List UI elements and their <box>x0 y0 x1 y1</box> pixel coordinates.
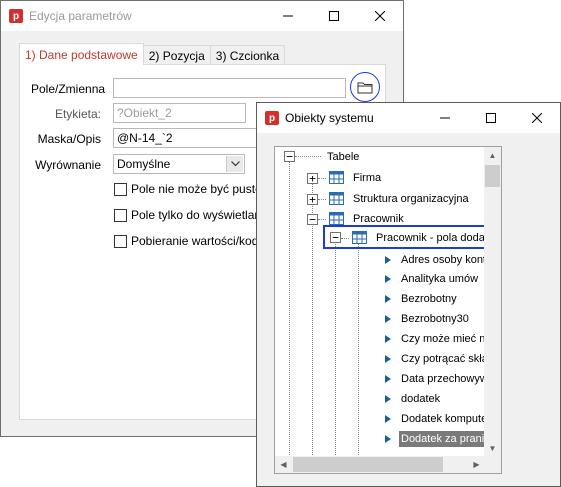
tab-czcionka[interactable]: 3) Czcionka <box>209 45 286 65</box>
leaf-bullet-icon <box>385 435 391 443</box>
wyrownanie-label: Wyrównanie <box>35 158 101 172</box>
checkbox-pobieranie-wartosci[interactable]: Pobieranie wartości/kodu z <box>114 234 274 248</box>
leaf-bullet-icon <box>385 395 391 403</box>
wyrownanie-value: Domyślne <box>117 157 171 171</box>
tree-leaf[interactable]: Bezrobotny30 <box>401 312 469 326</box>
tree-collapse-toggle[interactable]: − <box>330 232 341 243</box>
etykieta-label: Etykieta: <box>54 107 101 121</box>
tree-leaf[interactable]: Adres osoby kontaktowej <box>401 253 485 267</box>
browse-folder-button[interactable] <box>350 72 380 102</box>
table-icon <box>329 171 344 184</box>
table-icon <box>352 231 367 244</box>
scroll-corner <box>484 456 501 473</box>
maska-input[interactable]: @N-14_`2 <box>113 128 263 148</box>
maximize-button[interactable] <box>311 1 357 31</box>
scroll-left-icon[interactable]: ◀ <box>275 456 292 473</box>
app-logo-icon: p <box>9 9 23 23</box>
checkbox-label: Pole tylko do wyświetlania <box>131 208 271 222</box>
leaf-bullet-icon <box>385 335 391 343</box>
params-window-title: Edycja parametrów <box>29 9 132 23</box>
scroll-right-icon[interactable]: ▶ <box>468 456 485 473</box>
objects-tree[interactable]: − Tabele + Firma + Struktura organizacyj… <box>274 146 502 474</box>
maska-label: Maska/Opis <box>37 132 101 146</box>
leaf-bullet-icon <box>385 415 391 423</box>
close-icon <box>375 11 385 21</box>
tree-node-pola-dodatkowe[interactable]: Pracownik - pola dodatkowe <box>376 231 485 245</box>
tree-leaf[interactable]: Data przechowywania <box>401 372 485 386</box>
tree-leaf[interactable]: Dodatek komputerowy <box>401 412 485 426</box>
maximize-button[interactable] <box>468 103 514 133</box>
chevron-down-icon <box>230 161 240 167</box>
leaf-bullet-icon <box>385 355 391 363</box>
close-icon <box>532 113 542 123</box>
tree-vertical-scrollbar[interactable]: ▲ ▼ <box>484 147 501 457</box>
tree-node-pracownik[interactable]: Pracownik <box>353 212 404 226</box>
tree-viewport: − Tabele + Firma + Struktura organizacyj… <box>275 147 485 457</box>
tree-leaf-selected[interactable]: Dodatek za pranie <box>399 431 485 447</box>
tree-node-struktura[interactable]: Struktura organizacyjna <box>353 192 469 206</box>
checkbox-tylko-wyswietlanie[interactable]: Pole tylko do wyświetlania <box>114 208 270 222</box>
tree-leaf[interactable]: Analityka umów <box>401 272 478 286</box>
pole-label: Pole/Zmienna <box>31 82 106 96</box>
leaf-bullet-icon <box>385 315 391 323</box>
scroll-down-icon[interactable]: ▼ <box>484 440 501 457</box>
dropdown-button[interactable] <box>226 156 243 172</box>
maximize-icon <box>329 11 339 21</box>
tree-leaf[interactable]: Czy może mieć nadgodziny <box>401 332 485 346</box>
checkbox-label: Pobieranie wartości/kodu z <box>131 234 275 248</box>
scroll-thumb[interactable] <box>293 457 443 472</box>
scroll-up-icon[interactable]: ▲ <box>484 147 501 164</box>
etykieta-input[interactable]: ?Obiekt_2 <box>113 103 246 123</box>
table-icon <box>329 212 344 225</box>
tree-horizontal-scrollbar[interactable]: ◀ ▶ <box>275 456 485 473</box>
objects-window-title: Obiekty systemu <box>285 111 374 125</box>
checkbox-box[interactable] <box>114 208 127 222</box>
maximize-icon <box>486 113 496 123</box>
leaf-bullet-icon <box>385 295 391 303</box>
table-icon <box>329 192 344 205</box>
app-logo-icon: p <box>265 111 279 125</box>
params-titlebar[interactable]: p Edycja parametrów <box>1 1 403 31</box>
tree-expand-toggle[interactable]: + <box>307 173 318 184</box>
tree-node-tabele[interactable]: Tabele <box>327 150 359 164</box>
tree-leaf[interactable]: dodatek <box>401 392 440 406</box>
tree-collapse-toggle[interactable]: − <box>307 214 318 225</box>
checkbox-box[interactable] <box>114 182 127 196</box>
params-tabs: 1) Dane podstawowe 2) Pozycja 3) Czcionk… <box>19 43 286 65</box>
tree-leaf[interactable]: Czy potrącać składki <box>401 352 485 366</box>
close-button[interactable] <box>357 1 403 31</box>
tree-collapse-toggle[interactable]: − <box>284 151 295 162</box>
tab-dane-podstawowe[interactable]: 1) Dane podstawowe <box>19 43 144 65</box>
close-button[interactable] <box>514 103 560 133</box>
scroll-thumb[interactable] <box>485 165 500 187</box>
objects-titlebar[interactable]: p Obiekty systemu <box>257 103 560 133</box>
checkbox-box[interactable] <box>114 234 127 248</box>
leaf-bullet-icon <box>385 275 391 283</box>
wyrownanie-select[interactable]: Domyślne <box>113 154 245 174</box>
objects-window: p Obiekty systemu − Tabele + Firma + Str… <box>256 102 561 487</box>
minimize-icon <box>283 15 293 17</box>
tree-node-firma[interactable]: Firma <box>353 171 381 185</box>
leaf-bullet-icon <box>385 256 391 264</box>
minimize-icon <box>440 117 450 119</box>
tree-expand-toggle[interactable]: + <box>307 194 318 205</box>
leaf-bullet-icon <box>385 375 391 383</box>
minimize-button[interactable] <box>422 103 468 133</box>
minimize-button[interactable] <box>265 1 311 31</box>
pole-input[interactable] <box>113 78 346 98</box>
tab-pozycja[interactable]: 2) Pozycja <box>142 45 211 65</box>
tree-leaf[interactable]: Bezrobotny <box>401 292 457 306</box>
folder-icon <box>357 82 373 93</box>
